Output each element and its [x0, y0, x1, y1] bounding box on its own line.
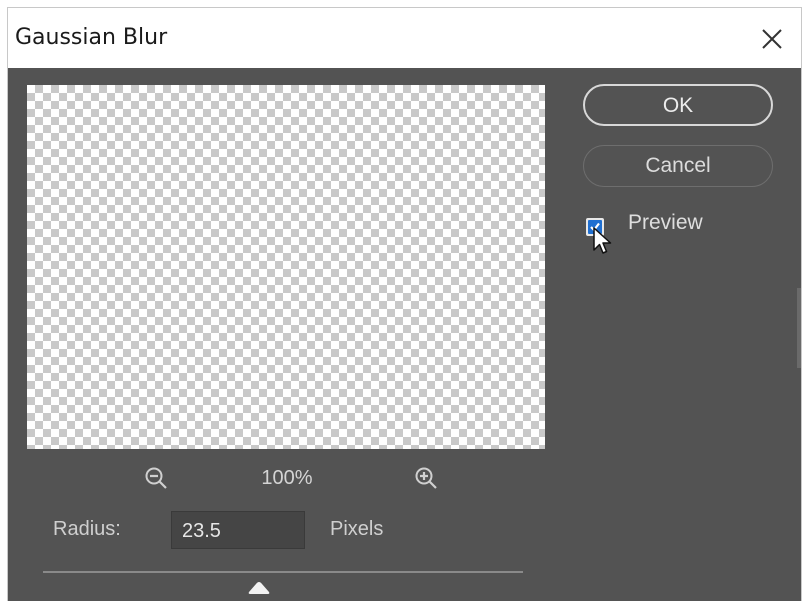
title-bar: Gaussian Blur: [8, 8, 801, 68]
preview-label: Preview: [628, 211, 703, 234]
window-edge: [797, 288, 801, 368]
dialog-title: Gaussian Blur: [15, 25, 168, 50]
preview-canvas[interactable]: [27, 85, 545, 449]
cancel-button[interactable]: Cancel: [583, 145, 773, 187]
radius-units: Pixels: [330, 518, 384, 540]
close-icon: [762, 29, 782, 49]
close-button[interactable]: [757, 24, 787, 54]
gaussian-blur-dialog: Gaussian Blur 100% Radius: 23.5 Pixels O…: [8, 8, 801, 601]
radius-input[interactable]: 23.5: [171, 511, 305, 549]
radius-label: Radius:: [53, 518, 121, 540]
preview-checkbox-row[interactable]: Preview: [584, 211, 784, 241]
zoom-in-icon: [415, 467, 437, 489]
checkmark-icon: [588, 220, 602, 234]
zoom-controls: 100%: [27, 460, 545, 496]
zoom-out-icon: [145, 467, 167, 489]
radius-slider-track[interactable]: [43, 571, 523, 573]
zoom-level: 100%: [261, 467, 313, 489]
ok-button[interactable]: OK: [583, 84, 773, 126]
zoom-in-button[interactable]: [414, 466, 440, 492]
preview-checkbox[interactable]: [586, 218, 604, 236]
slider-thumb-icon: [248, 582, 270, 594]
radius-slider-thumb[interactable]: [247, 581, 271, 595]
zoom-out-button[interactable]: [144, 466, 170, 492]
